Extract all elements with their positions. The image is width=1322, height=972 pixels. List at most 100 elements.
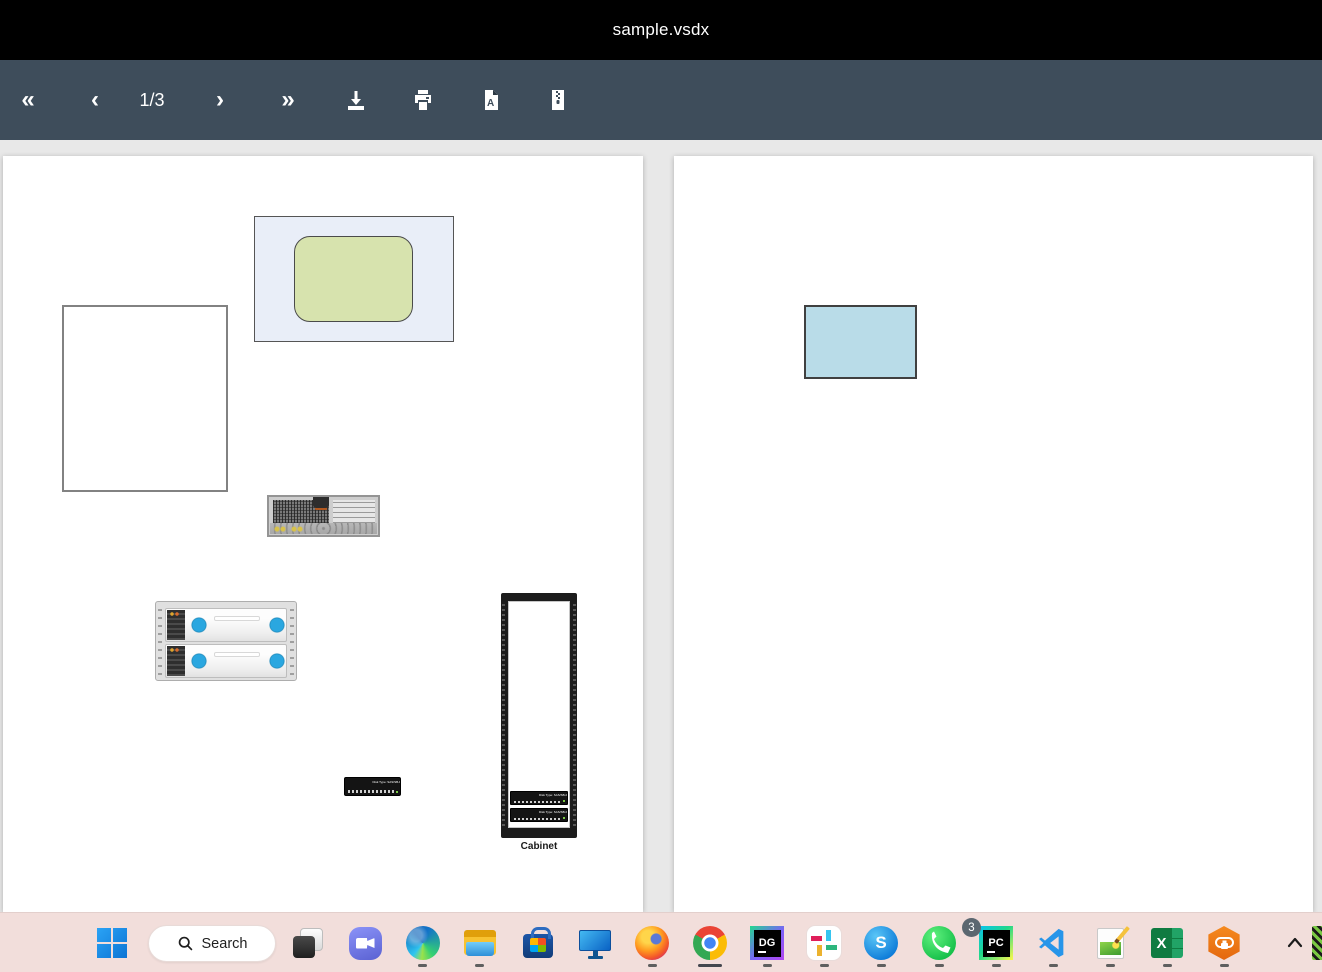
shape-plain-rectangle: [62, 305, 228, 492]
whatsapp-badge: 3: [962, 918, 981, 937]
search-icon: [177, 935, 194, 952]
print-icon: [411, 88, 435, 112]
chrome-icon: [693, 926, 727, 960]
skype-icon: S: [864, 926, 898, 960]
whatsapp-icon: [922, 926, 956, 960]
server-clipart: [267, 495, 380, 537]
excel-icon: X: [1151, 928, 1183, 958]
cabinet-interior: Disk Type: SAS/SB-FC TB Shelf ID: 1 Disk…: [508, 601, 570, 828]
switch-led: [396, 791, 398, 793]
microsoft-store-icon: [523, 934, 553, 958]
edge-button[interactable]: [405, 925, 441, 961]
next-page-button[interactable]: ›: [198, 60, 242, 140]
previous-page-button[interactable]: ‹: [73, 60, 117, 140]
datagrip-letters: DG: [754, 930, 781, 957]
excel-running-dot: [1163, 964, 1172, 967]
next-page-icon: ›: [216, 88, 224, 112]
search-box[interactable]: Search: [148, 925, 276, 962]
slack-button[interactable]: [806, 925, 842, 961]
download-button[interactable]: [334, 60, 378, 140]
datagrip-running-dot: [763, 964, 772, 967]
teams-chat-icon: [349, 927, 382, 960]
print-button[interactable]: [401, 60, 445, 140]
vscode-button[interactable]: [1035, 925, 1071, 961]
switch-ports: [348, 790, 394, 793]
tray-overflow-icon[interactable]: [1312, 926, 1322, 960]
start-button[interactable]: [94, 925, 130, 961]
pycharm-letters: PC: [983, 930, 1010, 957]
rack-unit-ports: [514, 818, 561, 820]
viewer-toolbar: « ‹ 1/3 › » A: [0, 60, 1322, 140]
datagrip-button[interactable]: DG: [749, 925, 785, 961]
window-title: sample.vsdx: [613, 20, 710, 40]
firefox-button[interactable]: [634, 925, 670, 961]
datagrip-icon: DG: [750, 926, 784, 960]
export-pdf-button[interactable]: A: [469, 60, 513, 140]
pycharm-icon: PC: [979, 926, 1013, 960]
whatsapp-running-dot: [935, 964, 944, 967]
excel-button[interactable]: X: [1149, 925, 1185, 961]
download-icon: [344, 88, 368, 112]
pdf-letter: A: [487, 98, 494, 109]
firefox-icon: [635, 926, 669, 960]
cabinet-label: Cabinet: [501, 841, 577, 852]
windows-logo-icon: [97, 928, 127, 958]
previous-page-icon: ‹: [91, 88, 99, 112]
skype-button[interactable]: S: [863, 925, 899, 961]
first-page-button[interactable]: «: [6, 60, 50, 140]
last-page-button[interactable]: »: [266, 60, 310, 140]
security-hexagon-icon: [1207, 926, 1241, 960]
zip-icon: [546, 88, 570, 112]
tray-chevron-button[interactable]: [1277, 925, 1313, 961]
cabinet-clipart: Disk Type: SAS/SB-FC TB Shelf ID: 1 Disk…: [501, 593, 577, 838]
document-page-1: Disk Type: SAS/SB-FC TB Shelf ID: 1 Disk…: [3, 156, 643, 912]
microsoft-store-button[interactable]: [520, 925, 556, 961]
edge-running-dot: [418, 964, 427, 967]
file-explorer-button[interactable]: [462, 925, 498, 961]
chrome-button[interactable]: [692, 925, 728, 961]
monitor-icon: [579, 930, 611, 951]
image-editor-button[interactable]: [1092, 925, 1128, 961]
slack-icon: [807, 926, 841, 960]
cabinet-rack-unit: Disk Type: SAS/SB-FC TB Shelf ID: 1: [510, 808, 568, 822]
disk-array-clipart: [155, 601, 297, 681]
search-label: Search: [202, 936, 248, 952]
display-app-button[interactable]: [577, 925, 613, 961]
vscode-running-dot: [1049, 964, 1058, 967]
shape-blue-rectangle: [804, 305, 917, 379]
rack-unit-led: [563, 800, 565, 802]
rack-switch-clipart: Disk Type: SAS/SB-FC TB Shelf ID: 1: [344, 777, 401, 796]
whatsapp-phone-glyph: [922, 926, 956, 960]
task-view-button[interactable]: [290, 925, 326, 961]
page-indicator: 1/3: [122, 60, 182, 140]
document-viewer: Disk Type: SAS/SB-FC TB Shelf ID: 1 Disk…: [0, 140, 1322, 912]
last-page-icon: »: [281, 88, 294, 112]
shape-rounded-rectangle: [294, 236, 413, 322]
task-view-icon: [293, 928, 323, 958]
security-app-button[interactable]: [1206, 925, 1242, 961]
slack-running-dot: [820, 964, 829, 967]
pycharm-button[interactable]: PC: [978, 925, 1014, 961]
export-zip-button[interactable]: [536, 60, 580, 140]
rack-unit-ports: [514, 801, 561, 803]
excel-letter: X: [1151, 935, 1172, 952]
rack-unit-led: [563, 817, 565, 819]
edge-icon: [406, 926, 440, 960]
vscode-icon: [1037, 927, 1069, 959]
pdf-icon: A: [479, 88, 503, 112]
chevron-up-icon: [1285, 933, 1305, 953]
file-explorer-running-dot: [475, 964, 484, 967]
skype-running-dot: [877, 964, 886, 967]
document-page-2: [674, 156, 1313, 912]
cabinet-rack-unit: Disk Type: SAS/SB-FC TB Shelf ID: 1: [510, 791, 568, 805]
chrome-running-dot: [698, 964, 722, 967]
teams-chat-button[interactable]: [347, 925, 383, 961]
whatsapp-button[interactable]: [921, 925, 957, 961]
first-page-icon: «: [21, 88, 34, 112]
security-app-running-dot: [1220, 964, 1229, 967]
disk-array-shelf: [165, 644, 287, 678]
firefox-running-dot: [648, 964, 657, 967]
window-titlebar: sample.vsdx: [0, 0, 1322, 60]
file-explorer-icon: [463, 928, 497, 958]
image-editor-running-dot: [1106, 964, 1115, 967]
